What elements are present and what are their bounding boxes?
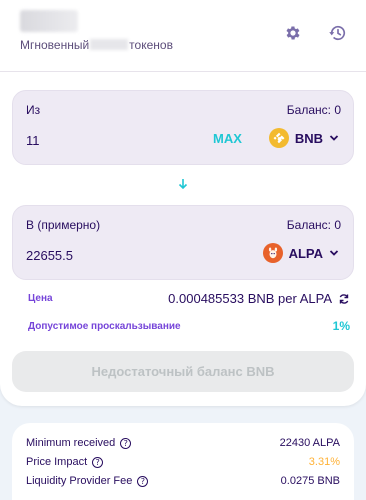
lp-fee-row: Liquidity Provider Fee ? 0.0275 BNB [26, 475, 340, 487]
minimum-received-value: 22430 ALPA [279, 437, 340, 449]
page-subtitle: Мгновенный токенов [20, 38, 173, 52]
minimum-received-label: Minimum received [26, 437, 116, 449]
slippage-row: Допустимое проскальзывание 1% [28, 319, 350, 333]
to-label: В (примерно) [26, 218, 101, 232]
price-label: Цена [28, 293, 53, 304]
from-label: Из [26, 103, 41, 117]
chevron-down-icon [329, 135, 339, 141]
insufficient-balance-button[interactable]: Недостаточный баланс BNB [12, 351, 354, 392]
lp-fee-label: Liquidity Provider Fee [26, 475, 133, 487]
history-icon [329, 25, 346, 41]
refresh-icon[interactable] [338, 293, 350, 305]
to-balance: Баланс: 0 [286, 218, 341, 232]
help-icon[interactable]: ? [120, 437, 132, 449]
price-value: 0.000485533 BNB per ALPA [168, 291, 350, 306]
swap-header: Мгновенный токенов [0, 0, 366, 72]
to-token-symbol: ALPA [288, 245, 323, 261]
to-amount-input[interactable] [26, 248, 176, 263]
chevron-down-icon [329, 250, 339, 256]
to-panel: В (примерно) Баланс: 0 ALPA [12, 205, 354, 280]
history-button[interactable] [327, 22, 349, 44]
trade-details-card: Minimum received ? 22430 ALPA Price Impa… [12, 423, 354, 500]
slippage-value[interactable]: 1% [333, 319, 350, 333]
alpa-token-icon [262, 243, 283, 263]
from-amount-input[interactable] [26, 133, 176, 148]
max-button[interactable]: MAX [213, 131, 242, 146]
bnb-token-icon [268, 128, 289, 148]
help-icon[interactable]: ? [137, 475, 149, 487]
from-token-symbol: BNB [294, 130, 323, 146]
gear-icon [286, 26, 300, 40]
swap-direction-button[interactable] [177, 177, 189, 191]
to-token-selector[interactable]: ALPA [262, 240, 339, 266]
price-impact-label: Price Impact [26, 456, 88, 468]
price-impact-value: 3.31% [308, 456, 340, 468]
lp-fee-value: 0.0275 BNB [280, 475, 340, 487]
slippage-label: Допустимое проскальзывание [28, 320, 181, 332]
price-row: Цена 0.000485533 BNB per ALPA [28, 291, 350, 306]
page-title-redacted [20, 10, 78, 32]
from-balance: Баланс: 0 [286, 103, 341, 117]
minimum-received-row: Minimum received ? 22430 ALPA [26, 437, 340, 449]
settings-button[interactable] [282, 22, 304, 44]
help-icon[interactable]: ? [92, 456, 104, 468]
from-token-selector[interactable]: BNB [268, 125, 339, 151]
arrow-down-icon [178, 179, 188, 190]
swap-card: Мгновенныйтокенов Из Баланс: 0 MAX [0, 0, 366, 406]
price-impact-row: Price Impact ? 3.31% [26, 456, 340, 468]
from-panel: Из Баланс: 0 MAX BNB [12, 90, 354, 165]
